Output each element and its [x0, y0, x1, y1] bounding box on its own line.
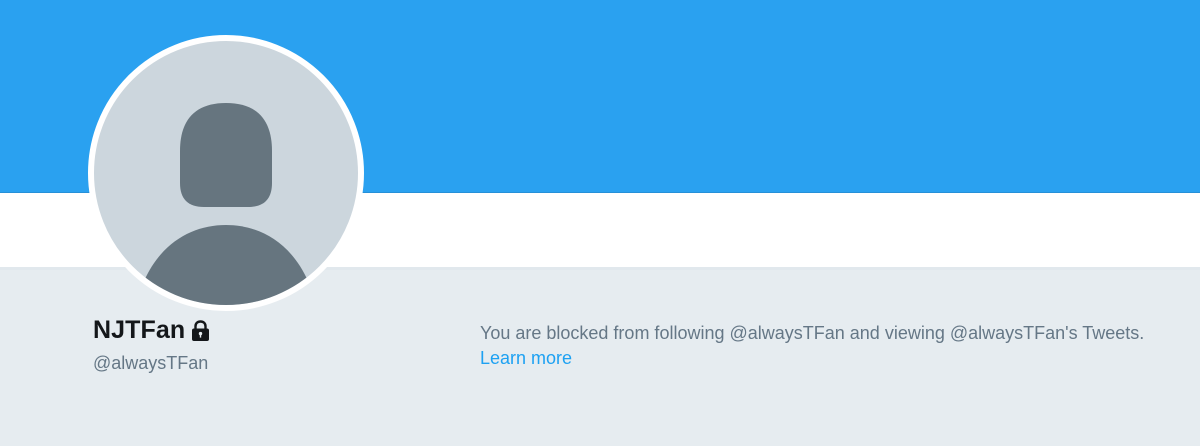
avatar[interactable] — [88, 35, 364, 311]
blocked-message-text: You are blocked from following @alwaysTF… — [480, 323, 1145, 343]
profile-name-text: NJTFan — [93, 316, 186, 344]
default-profile-silhouette-icon — [144, 103, 308, 305]
profile-name: NJTFan — [93, 316, 210, 345]
profile-handle: @alwaysTFan — [93, 353, 209, 373]
lock-icon — [191, 319, 210, 342]
learn-more-link[interactable]: Learn more — [480, 348, 572, 368]
blocked-message: You are blocked from following @alwaysTF… — [480, 321, 1195, 371]
